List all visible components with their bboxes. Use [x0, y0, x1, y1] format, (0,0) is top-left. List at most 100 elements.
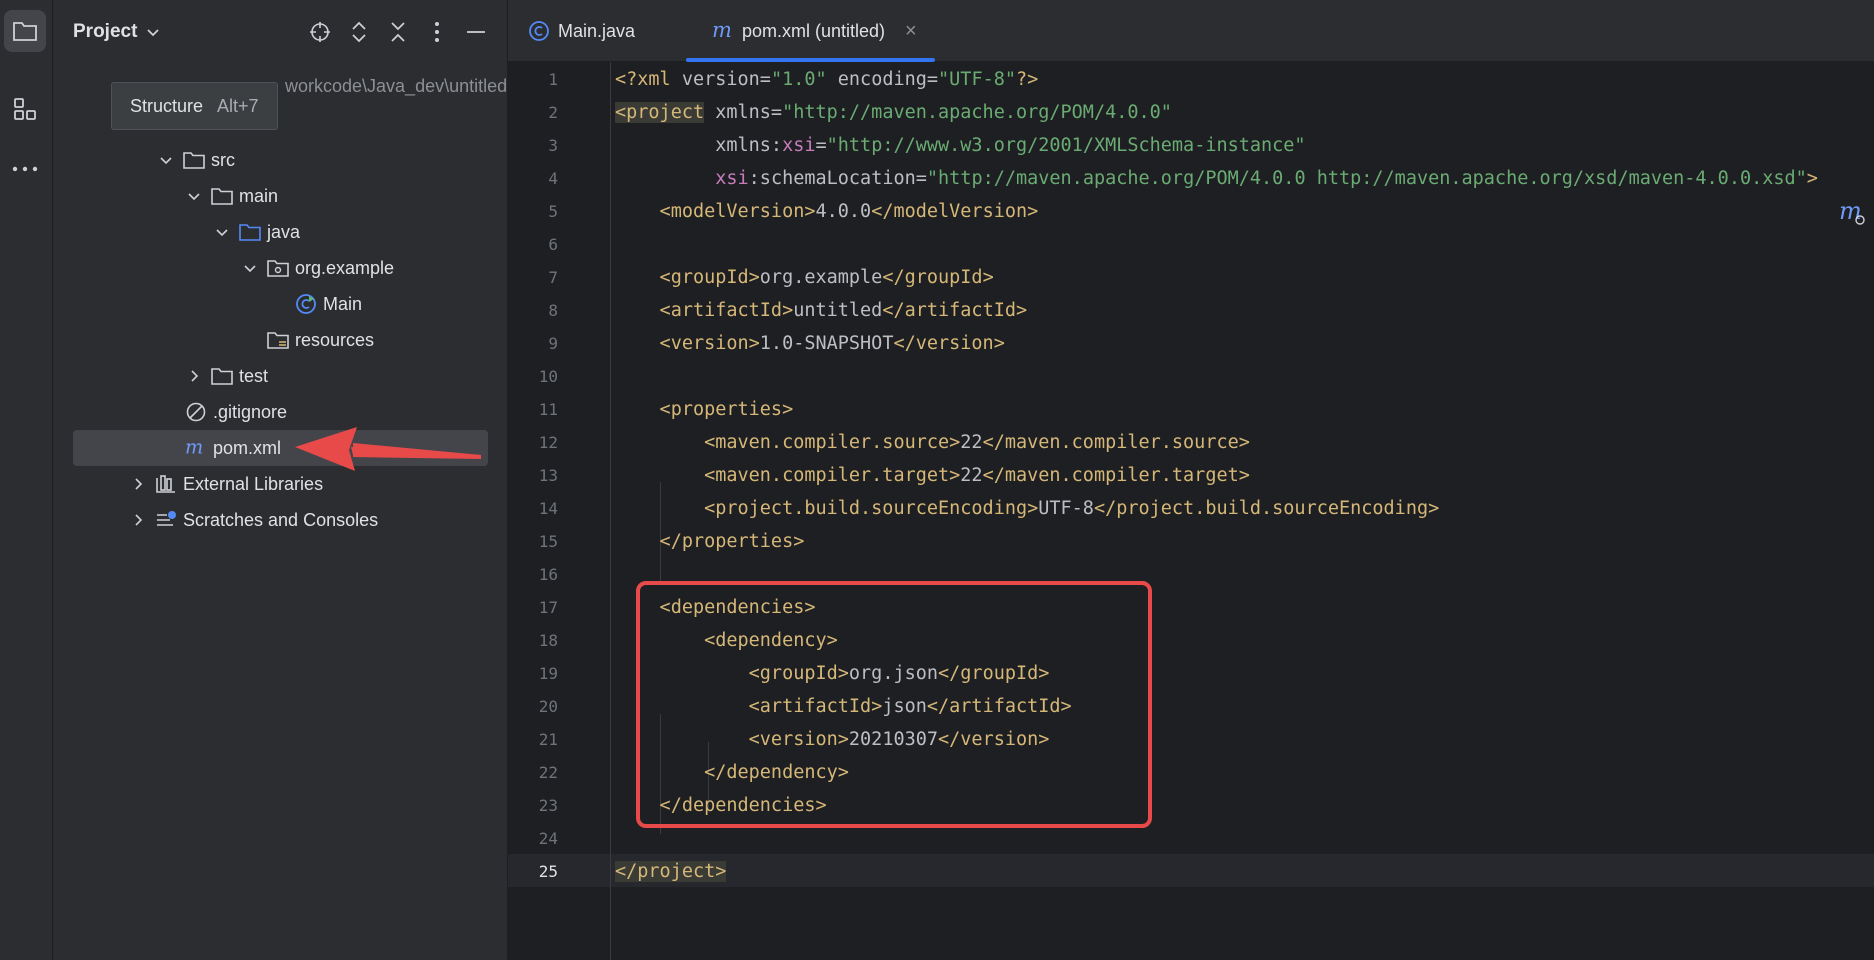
tab-label: Main.java	[558, 20, 636, 41]
project-root-path: workcode\Java_dev\untitled	[285, 76, 508, 96]
tree-item-label: org.example	[295, 257, 395, 278]
chevron-right-icon[interactable]	[129, 475, 147, 493]
chevron-right-icon[interactable]	[129, 511, 147, 529]
line-number[interactable]: 20	[508, 697, 558, 716]
tree-item-main[interactable]: main	[73, 179, 488, 213]
chevron-down-icon	[147, 29, 160, 37]
line-number[interactable]: 24	[508, 829, 558, 848]
code-line-2: <project xmlns="http://maven.apache.org/…	[615, 102, 1172, 123]
line-number[interactable]: 5	[508, 202, 558, 221]
tree-item-java[interactable]: java	[73, 215, 488, 249]
options-menu-button[interactable]	[424, 19, 450, 45]
tree-item-label: src	[211, 149, 235, 170]
crosshair-icon	[310, 22, 330, 42]
line-number[interactable]: 6	[508, 235, 558, 254]
line-number[interactable]: 21	[508, 730, 558, 749]
tree-item-label: pom.xml	[213, 437, 282, 458]
tree-item-label: Main	[323, 293, 363, 314]
line-number[interactable]: 8	[508, 301, 558, 320]
line-number[interactable]: 3	[508, 136, 558, 155]
folder-icon	[211, 365, 233, 387]
expand-all-button[interactable]	[346, 19, 372, 45]
project-tool-button[interactable]	[4, 10, 46, 52]
more-icon	[12, 166, 38, 172]
ignore-file-icon	[185, 401, 207, 423]
line-number[interactable]: 15	[508, 532, 558, 551]
line-number[interactable]: 4	[508, 169, 558, 188]
code-line-3: xmlns:xsi="http://www.w3.org/2001/XMLSch…	[615, 135, 1306, 156]
line-number[interactable]: 13	[508, 466, 558, 485]
code-line-5: <modelVersion>4.0.0</modelVersion>	[615, 201, 1039, 222]
resources-folder-icon	[267, 329, 289, 351]
chevron-right-icon[interactable]	[185, 367, 203, 385]
line-number[interactable]: 14	[508, 499, 558, 518]
line-number[interactable]: 19	[508, 664, 558, 683]
libraries-icon	[155, 473, 177, 495]
maven-reload-button[interactable]: m	[1838, 196, 1868, 230]
tooltip-label: Structure	[130, 95, 204, 116]
code-line-14: <project.build.sourceEncoding>UTF-8</pro…	[615, 498, 1440, 519]
project-panel: Project workcode\Java_dev\untitled src m…	[53, 0, 508, 960]
tree-item-src[interactable]: src	[73, 143, 488, 177]
tree-item-resources[interactable]: resources	[73, 323, 488, 357]
chevron-down-icon[interactable]	[185, 187, 203, 205]
chevron-down-icon[interactable]	[241, 259, 259, 277]
chevron-down-icon[interactable]	[157, 151, 175, 169]
hide-panel-button[interactable]	[463, 19, 489, 45]
line-number[interactable]: 11	[508, 400, 558, 419]
java-class-icon	[529, 21, 549, 41]
folder-icon	[211, 185, 233, 207]
folder-icon	[13, 22, 37, 41]
more-tools-button[interactable]	[4, 148, 46, 190]
line-number[interactable]: 7	[508, 268, 558, 287]
chevron-down-icon[interactable]	[213, 223, 231, 241]
tree-item-label: .gitignore	[213, 401, 288, 422]
line-number[interactable]: 22	[508, 763, 558, 782]
line-number[interactable]: 1	[508, 70, 558, 89]
panel-title: Project	[73, 21, 138, 42]
tree-item-scratches[interactable]: Scratches and Consoles	[73, 503, 488, 537]
project-view-selector[interactable]: Project	[73, 18, 161, 46]
code-line-11: <properties>	[615, 399, 794, 420]
scratches-icon	[155, 509, 177, 531]
code-line-13: <maven.compiler.target>22</maven.compile…	[615, 465, 1250, 486]
code-line-8: <artifactId>untitled</artifactId>	[615, 300, 1028, 321]
code-line-12: <maven.compiler.source>22</maven.compile…	[615, 432, 1250, 453]
tree-item-label: External Libraries	[183, 473, 324, 494]
package-icon	[267, 257, 289, 279]
expand-icon	[352, 21, 366, 43]
maven-icon: m	[185, 437, 207, 459]
tree-item-label: main	[239, 185, 279, 206]
locate-file-button[interactable]	[307, 19, 333, 45]
structure-tooltip: Structure Alt+7	[111, 82, 278, 130]
tree-item-gitignore[interactable]: .gitignore	[73, 395, 488, 429]
line-number[interactable]: 23	[508, 796, 558, 815]
minimize-icon	[467, 31, 485, 33]
code-line-1: <?xml version="1.0" encoding="UTF-8"?>	[615, 69, 1039, 90]
structure-tool-button[interactable]	[4, 88, 46, 130]
structure-icon	[14, 98, 36, 120]
line-number[interactable]: 25	[508, 862, 558, 881]
line-number[interactable]: 10	[508, 367, 558, 386]
line-number[interactable]: 18	[508, 631, 558, 650]
tab-main-java[interactable]: Main.java	[528, 0, 635, 62]
annotation-highlight-box	[636, 581, 1152, 828]
svg-text:m: m	[185, 438, 203, 458]
line-number[interactable]: 12	[508, 433, 558, 452]
collapse-all-button[interactable]	[385, 19, 411, 45]
tree-item-main-class[interactable]: Main	[73, 287, 488, 321]
tab-label: pom.xml (untitled)	[742, 20, 886, 41]
tree-item-label: test	[239, 365, 269, 386]
svg-text:m: m	[1839, 199, 1862, 225]
close-icon[interactable]: ×	[905, 20, 917, 43]
line-number[interactable]: 17	[508, 598, 558, 617]
tree-item-org-example[interactable]: org.example	[73, 251, 488, 285]
maven-reload-icon: m	[1839, 199, 1865, 225]
line-number[interactable]: 2	[508, 103, 558, 122]
tab-pom-xml[interactable]: m pom.xml (untitled) ×	[686, 0, 935, 62]
tree-item-label: java	[267, 221, 301, 242]
line-number[interactable]: 9	[508, 334, 558, 353]
line-number[interactable]: 16	[508, 565, 558, 584]
tree-item-test[interactable]: test	[73, 359, 488, 393]
